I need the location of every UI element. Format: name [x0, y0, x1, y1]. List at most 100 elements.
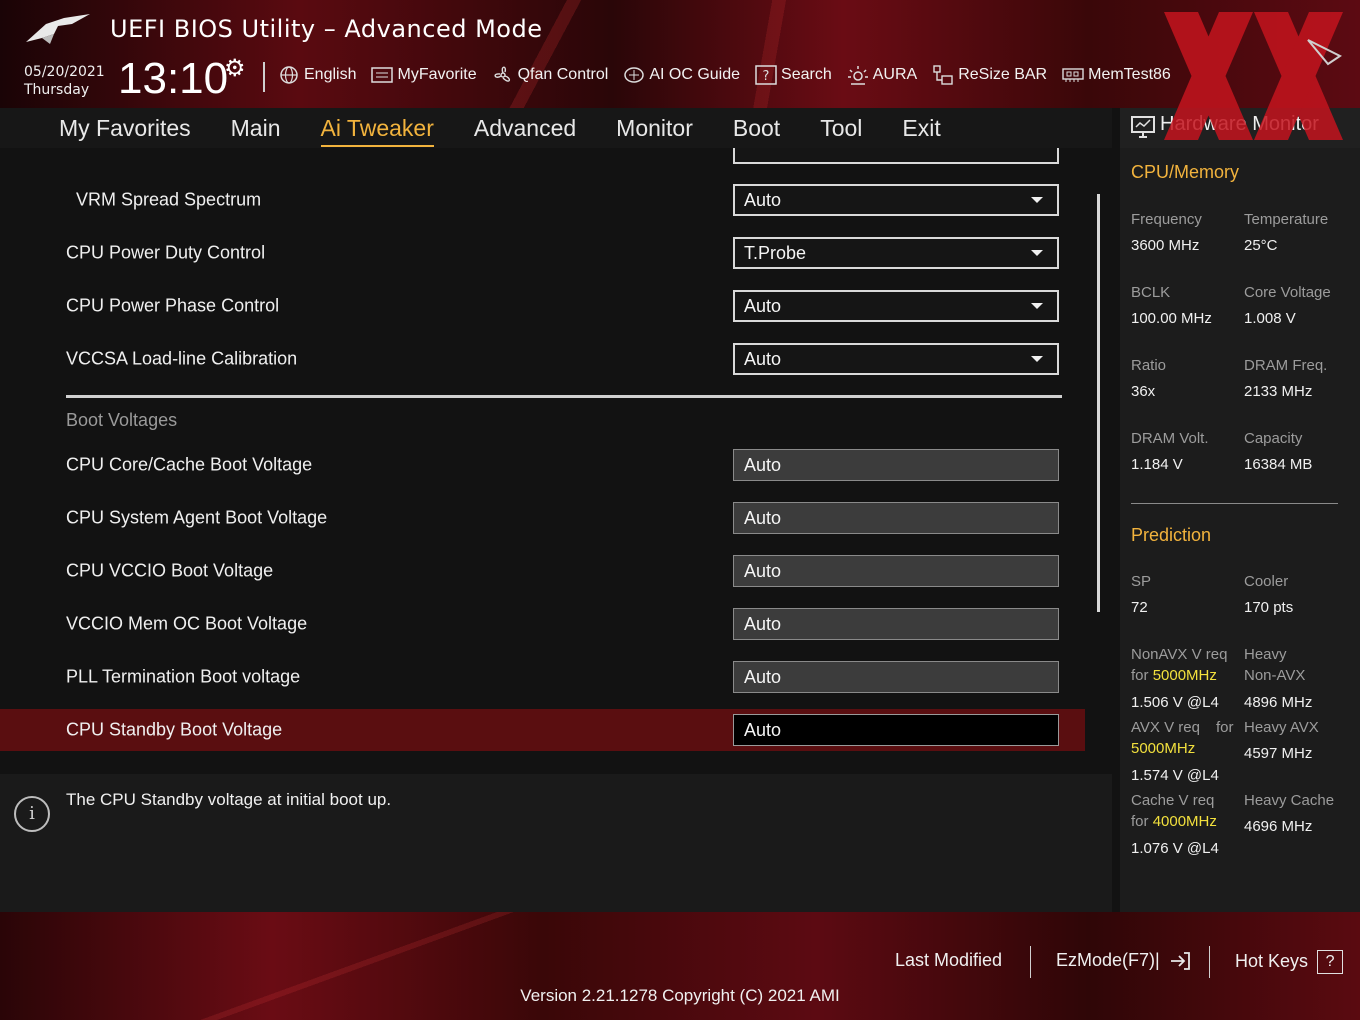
hardware-monitor-panel: Hardware Monitor CPU/Memory Frequency 36…	[1120, 108, 1360, 912]
weekday-display: Thursday	[24, 82, 90, 98]
hw-value-cache: 1.076 V @L4	[1131, 840, 1219, 857]
tab-my-favorites[interactable]: My Favorites	[59, 115, 191, 142]
rog-logo-icon	[26, 14, 90, 44]
hw-label-sp: SP	[1131, 573, 1152, 590]
toolbar-divider	[263, 62, 265, 92]
setting-label: VRM Spread Spectrum	[76, 189, 262, 210]
toolbar-memtest[interactable]: MemTest86	[1062, 65, 1171, 85]
setting-row-pll-termination-boot-voltage[interactable]: PLL Termination Boot voltage Auto	[0, 656, 1085, 698]
dropdown-arrow-icon	[1031, 250, 1043, 256]
toolbar-search[interactable]: ? Search	[755, 65, 832, 85]
hw-value-sp: 72	[1131, 599, 1148, 616]
voltage-input[interactable]: Auto	[733, 555, 1059, 587]
ai-chip-icon	[623, 65, 645, 85]
header-bar: UEFI BIOS Utility – Advanced Mode 05/20/…	[0, 0, 1360, 108]
footer-bar: Last Modified EzMode(F7)| Hot Keys ? Ver…	[0, 912, 1360, 1020]
partial-setting-dropdown[interactable]	[733, 148, 1059, 164]
setting-dropdown[interactable]: Auto	[733, 184, 1059, 216]
footer-divider	[1209, 946, 1210, 978]
hw-label-dram-volt: DRAM Volt.	[1131, 430, 1209, 447]
help-search-icon: ?	[755, 65, 777, 85]
toolbar-qfan-control[interactable]: Qfan Control	[492, 65, 608, 85]
tab-boot[interactable]: Boot	[733, 115, 780, 142]
tab-advanced[interactable]: Advanced	[474, 115, 576, 142]
hw-value-dram-volt: 1.184 V	[1131, 456, 1183, 473]
hw-label-avx-vreq: AVX V req	[1131, 719, 1200, 736]
voltage-input[interactable]: Auto	[733, 661, 1059, 693]
exit-arrow-icon	[1170, 952, 1190, 971]
voltage-input[interactable]: Auto	[733, 714, 1059, 746]
setting-row-vccsa-llc[interactable]: VCCSA Load-line Calibration Auto	[0, 338, 1085, 380]
toolbar-ai-oc-guide[interactable]: AI OC Guide	[623, 65, 740, 85]
setting-label: VCCSA Load-line Calibration	[66, 348, 298, 369]
hw-label-frequency: Frequency	[1131, 211, 1202, 228]
hw-value-frequency: 3600 MHz	[1131, 237, 1200, 254]
hw-value-heavy-cache: 4696 MHz	[1244, 818, 1313, 835]
svg-text:?: ?	[763, 69, 770, 84]
hw-value-capacity: 16384 MB	[1244, 456, 1313, 473]
hotkeys-label: Hot Keys	[1235, 950, 1309, 971]
tab-main[interactable]: Main	[231, 115, 281, 142]
hw-section-cpu-memory: CPU/Memory	[1131, 162, 1240, 182]
hw-label-ratio: Ratio	[1131, 357, 1167, 374]
tab-ai-tweaker[interactable]: Ai Tweaker	[320, 115, 435, 147]
hw-label-cooler: Cooler	[1244, 573, 1289, 590]
toolbar-resize-bar[interactable]: ReSize BAR	[932, 65, 1047, 85]
setting-row-cpu-power-duty-control[interactable]: CPU Power Duty Control T.Probe	[0, 232, 1085, 274]
voltage-input[interactable]: Auto	[733, 502, 1059, 534]
settings-scrollbar[interactable]	[1097, 194, 1100, 612]
setting-row-cpu-power-phase-control[interactable]: CPU Power Phase Control Auto	[0, 285, 1085, 327]
hw-value-ratio: 36x	[1131, 383, 1156, 400]
toolbar-ai-oc-label: AI OC Guide	[649, 66, 741, 83]
clock-display[interactable]: 13:10	[118, 54, 228, 104]
hotkeys-button[interactable]: Hot Keys ?	[1235, 950, 1344, 974]
resize-bar-icon	[932, 65, 954, 85]
setting-row-vccio-mem-oc-boot-voltage[interactable]: VCCIO Mem OC Boot Voltage Auto	[0, 603, 1085, 645]
setting-dropdown[interactable]: Auto	[733, 343, 1059, 375]
hw-value-heavy-nonavx: 4896 MHz	[1244, 694, 1313, 711]
monitor-icon	[1131, 116, 1155, 138]
voltage-input[interactable]: Auto	[733, 608, 1059, 640]
main-nav: My Favorites Main Ai Tweaker Advanced Mo…	[0, 108, 1112, 148]
toolbar-resize-bar-label: ReSize BAR	[958, 66, 1048, 83]
tab-monitor[interactable]: Monitor	[616, 115, 693, 142]
hw-value-core-voltage: 1.008 V	[1244, 310, 1296, 327]
last-modified-button[interactable]: Last Modified	[895, 950, 1002, 971]
fan-icon	[492, 65, 514, 85]
toolbar-myfavorite[interactable]: MyFavorite	[371, 65, 477, 85]
setting-dropdown[interactable]: T.Probe	[733, 237, 1059, 269]
setting-dropdown[interactable]: Auto	[733, 290, 1059, 322]
voltage-input[interactable]: Auto	[733, 449, 1059, 481]
favorite-list-icon	[371, 65, 394, 85]
setting-row-cpu-core-cache-boot-voltage[interactable]: CPU Core/Cache Boot Voltage Auto	[0, 444, 1085, 486]
setting-label: CPU Power Duty Control	[66, 242, 266, 263]
tab-tool[interactable]: Tool	[820, 115, 862, 142]
toolbar-english-label: English	[304, 66, 357, 83]
setting-row-cpu-vccio-boot-voltage[interactable]: CPU VCCIO Boot Voltage Auto	[0, 550, 1085, 592]
hw-label-capacity: Capacity	[1244, 430, 1303, 447]
hw-label-heavy-avx: Heavy AVX	[1244, 719, 1319, 736]
setting-label: CPU System Agent Boot Voltage	[66, 507, 328, 528]
setting-row-cpu-standby-boot-voltage[interactable]: CPU Standby Boot Voltage Auto	[0, 709, 1085, 751]
toolbar: English MyFavorite Qfan Control AI OC Gu…	[278, 62, 1186, 88]
setting-row-cpu-sa-boot-voltage[interactable]: CPU System Agent Boot Voltage Auto	[0, 497, 1085, 539]
ezmode-button[interactable]: EzMode(F7)|	[1056, 950, 1191, 971]
dropdown-arrow-icon	[1031, 356, 1043, 362]
hw-label-nonavx: Non-AVX	[1244, 667, 1306, 684]
hw-label-cache-for: for 4000MHz	[1131, 813, 1217, 830]
setting-row-vrm-spread-spectrum[interactable]: VRM Spread Spectrum Auto	[0, 179, 1085, 221]
hw-label-cache-for-word: for	[1131, 813, 1149, 830]
hw-value-cooler: 170 pts	[1244, 599, 1294, 616]
hw-cache-freq: 4000MHz	[1152, 813, 1217, 830]
setting-label: CPU Power Phase Control	[66, 295, 280, 316]
dropdown-arrow-icon	[1031, 197, 1043, 203]
toolbar-aura[interactable]: AURA	[847, 65, 917, 85]
date-display: 05/20/2021	[24, 64, 105, 80]
hw-value-heavy-avx: 4597 MHz	[1244, 745, 1313, 762]
gear-icon[interactable]: ⚙	[224, 54, 246, 82]
ezmode-label: EzMode(F7)|	[1056, 950, 1160, 970]
help-text: The CPU Standby voltage at initial boot …	[66, 790, 392, 809]
tab-exit[interactable]: Exit	[902, 115, 940, 142]
toolbar-english[interactable]: English	[278, 65, 356, 85]
hw-value-nonavx: 1.506 V @L4	[1131, 694, 1219, 711]
